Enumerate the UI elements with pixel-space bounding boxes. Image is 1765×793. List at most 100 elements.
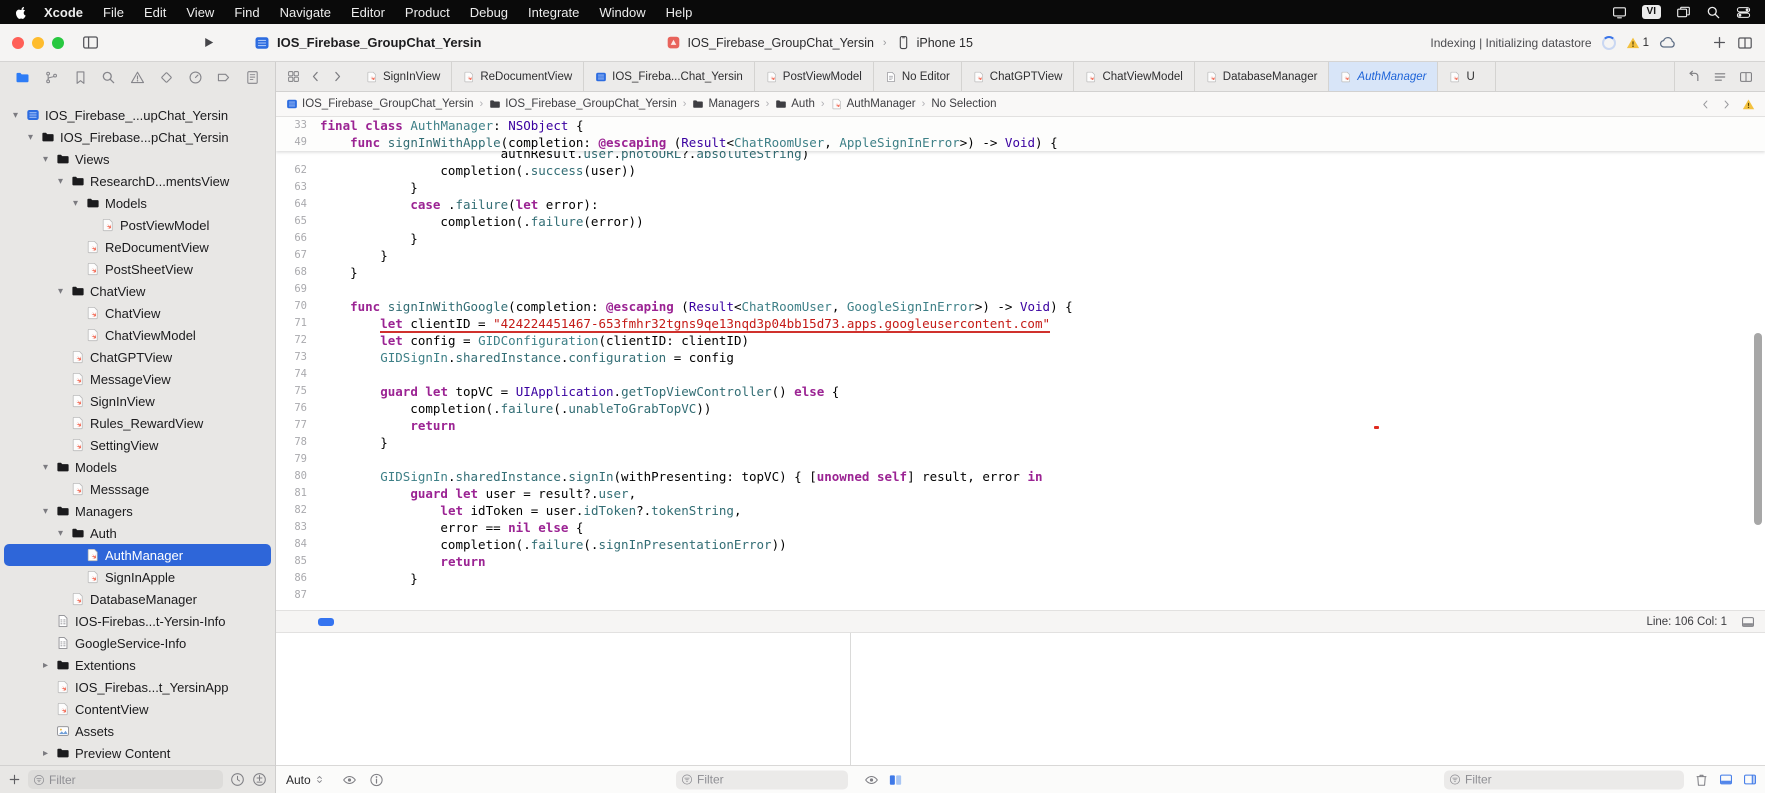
tree-item-chatview[interactable]: ▾ ChatView [0,280,275,302]
disclosure-closed-icon[interactable]: ▸ [40,660,51,671]
tree-item-contentview[interactable]: ContentView [0,698,275,720]
scheme-name[interactable]: IOS_Firebase_GroupChat_Yersin [687,36,873,50]
tree-item-assets[interactable]: Assets [0,720,275,742]
code-line-81[interactable]: 81 guard let user = result?.user, [276,485,1765,502]
previous-item-icon[interactable] [1700,99,1711,110]
tree-item-models[interactable]: ▾ Models [0,192,275,214]
code-line-65[interactable]: 65 completion(.failure(error)) [276,213,1765,230]
add-editor-icon[interactable] [1739,70,1753,84]
tab-signinview[interactable]: SignInView [355,62,453,91]
quicklook-icon[interactable] [342,772,357,787]
disclosure-closed-icon[interactable]: ▸ [40,748,51,759]
menu-item-view[interactable]: View [176,5,224,20]
tree-item-managers[interactable]: ▾ Managers [0,500,275,522]
code-line-85[interactable]: 85 return [276,553,1765,570]
line-number[interactable]: 76 [276,400,320,417]
tree-item-extentions[interactable]: ▸ Extentions [0,654,275,676]
tree-item-models[interactable]: ▾ Models [0,456,275,478]
disclosure-open-icon[interactable]: ▾ [70,198,81,209]
code-line-74[interactable]: 74 [276,366,1765,383]
toggle-console-pane-icon[interactable] [1743,773,1757,787]
breadcrumb-item-ios-firebase-groupchat-yersin[interactable]: IOS_Firebase_GroupChat_Yersin [286,98,474,110]
code-line-63[interactable]: 63 } [276,179,1765,196]
zoom-window-button[interactable] [52,36,64,49]
line-number[interactable]: 73 [276,349,320,366]
code-review-icon[interactable] [1687,70,1701,84]
screen-mirroring-icon[interactable] [1612,5,1627,20]
line-number[interactable]: 75 [276,383,320,400]
code-line-75[interactable]: 75 guard let topVC = UIApplication.getTo… [276,383,1765,400]
issue-warning-icon[interactable] [1742,98,1755,111]
tree-item-authmanager[interactable]: AuthManager [4,544,271,566]
tests-navigator-icon[interactable] [159,70,174,85]
tab-no-editor[interactable]: No Editor [874,62,962,91]
tab-chatgptview[interactable]: ChatGPTView [962,62,1075,91]
input-source-badge[interactable]: VI [1641,5,1661,19]
menu-item-product[interactable]: Product [395,5,460,20]
tree-item-views[interactable]: ▾ Views [0,148,275,170]
code-line-66[interactable]: 66 } [276,230,1765,247]
minimize-window-button[interactable] [32,36,44,49]
tree-item-messageview[interactable]: MessageView [0,368,275,390]
close-window-button[interactable] [12,36,24,49]
library-add-icon[interactable] [1712,35,1727,50]
line-number[interactable]: 77 [276,417,320,434]
add-file-icon[interactable] [8,773,21,786]
line-number[interactable]: 82 [276,502,320,519]
code-line-73[interactable]: 73 GIDSignIn.sharedInstance.configuratio… [276,349,1765,366]
editor-bottom-bar-icon[interactable] [1741,615,1755,629]
line-number[interactable]: 62 [276,162,320,179]
console-filter-input[interactable] [1465,772,1679,787]
debug-navigator-icon[interactable] [188,70,203,85]
toggle-navigator-icon[interactable] [82,34,99,51]
code-line-64[interactable]: 64 case .failure(let error): [276,196,1765,213]
navigator-filter-input[interactable] [49,772,218,787]
line-number[interactable]: 87 [276,587,320,604]
code-line-68[interactable]: 68 } [276,264,1765,281]
line-number[interactable]: 69 [276,281,320,298]
code-line-79[interactable]: 79 [276,451,1765,468]
variables-filter-field[interactable] [676,770,848,789]
line-number[interactable]: 64 [276,196,320,213]
disclosure-open-icon[interactable]: ▾ [55,176,66,187]
code-line-33[interactable]: 33 final class AuthManager: NSObject { [276,117,1765,134]
info-icon[interactable] [369,772,384,787]
tree-item-chatgptview[interactable]: ChatGPTView [0,346,275,368]
tree-item-preview-content[interactable]: ▸ Preview Content [0,742,275,764]
variables-view[interactable] [276,633,851,765]
find-navigator-icon[interactable] [101,70,116,85]
code-line-82[interactable]: 82 let idToken = user.idToken?.tokenStri… [276,502,1765,519]
tree-item-messsage[interactable]: Messsage [0,478,275,500]
tree-item-signinview[interactable]: SignInView [0,390,275,412]
apple-menu-icon[interactable] [14,5,28,20]
code-line-78[interactable]: 78 } [276,434,1765,451]
breadcrumb-item-managers[interactable]: Managers [692,98,760,110]
clear-console-icon[interactable] [1694,772,1709,787]
line-number[interactable]: 83 [276,519,320,536]
line-number[interactable]: 33 [276,117,320,134]
stage-manager-icon[interactable] [1676,5,1691,20]
disclosure-open-icon[interactable]: ▾ [40,462,51,473]
menu-item-editor[interactable]: Editor [341,5,395,20]
menu-item-debug[interactable]: Debug [460,5,518,20]
breadcrumb-item-authmanager[interactable]: AuthManager [831,98,916,110]
line-number[interactable]: 74 [276,366,320,383]
code-line-partial[interactable]: authResult.user.photoURL?.absoluteString… [276,151,1765,162]
tree-item-ios-firebase-upchat-yersin[interactable]: ▾ IOS_Firebase_...upChat_Yersin [0,104,275,126]
code-line-80[interactable]: 80 GIDSignIn.sharedInstance.signIn(withP… [276,468,1765,485]
line-number[interactable]: 79 [276,451,320,468]
menu-item-integrate[interactable]: Integrate [518,5,589,20]
code-line-86[interactable]: 86 } [276,570,1765,587]
tab-chatviewmodel[interactable]: ChatViewModel [1074,62,1195,91]
disclosure-open-icon[interactable]: ▾ [55,528,66,539]
spotlight-search-icon[interactable] [1706,5,1721,20]
project-navigator-icon[interactable] [15,70,30,85]
editor-layout-icon[interactable] [1737,35,1753,51]
line-number[interactable]: 78 [276,434,320,451]
tree-item-chatviewmodel[interactable]: ChatViewModel [0,324,275,346]
breadcrumb-item-auth[interactable]: Auth [775,98,815,110]
menu-item-navigate[interactable]: Navigate [270,5,341,20]
tree-item-settingview[interactable]: SettingView [0,434,275,456]
cloud-status-icon[interactable] [1659,34,1676,51]
code-line-69[interactable]: 69 [276,281,1765,298]
